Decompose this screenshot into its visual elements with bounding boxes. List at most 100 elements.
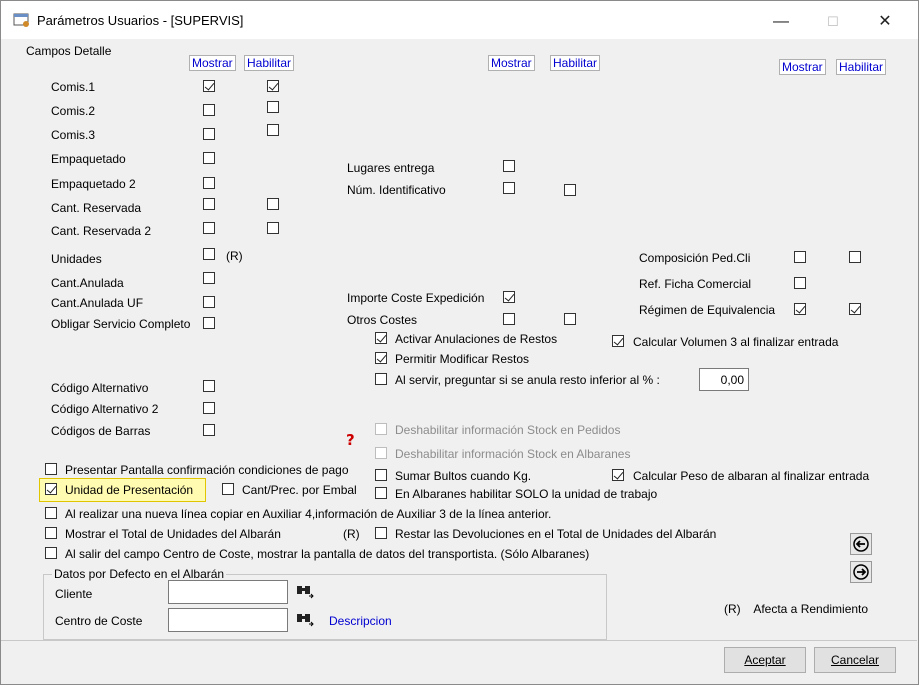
checkbox-cant-prec[interactable] — [222, 483, 234, 495]
checkbox-regimen-habilitar[interactable] — [849, 303, 861, 315]
label-activar-anulaciones: Activar Anulaciones de Restos — [395, 332, 558, 346]
checkbox-ref-ficha-mostrar[interactable] — [794, 277, 806, 289]
checkbox-otros-costes-habilitar[interactable] — [564, 313, 576, 325]
checkbox-comis1-mostrar[interactable] — [203, 80, 215, 92]
checkbox-unidades-mostrar[interactable] — [203, 248, 215, 260]
checkbox-codigo-alternativo-mostrar[interactable] — [203, 380, 215, 392]
label-auxiliar: Al realizar una nueva línea copiar en Au… — [65, 507, 552, 521]
checkbox-num-identificativo-mostrar[interactable] — [503, 182, 515, 194]
label-stock-albaranes: Deshabilitar información Stock en Albara… — [395, 447, 631, 461]
checkbox-importe-coste-mostrar[interactable] — [503, 291, 515, 303]
label-codigo-alternativo: Código Alternativo — [51, 381, 149, 395]
checkbox-num-identificativo-habilitar[interactable] — [564, 184, 576, 196]
arrow-left-icon — [853, 536, 869, 552]
help-icon[interactable]: ? — [345, 431, 359, 447]
checkbox-regimen-mostrar[interactable] — [794, 303, 806, 315]
minimize-button[interactable]: — — [759, 10, 803, 34]
checkbox-comis3-mostrar[interactable] — [203, 128, 215, 140]
checkbox-comis2-mostrar[interactable] — [203, 104, 215, 116]
label-unidades: Unidades — [51, 252, 102, 266]
unidades-r-mark: (R) — [226, 249, 243, 263]
next-arrow-button[interactable] — [850, 561, 872, 583]
binoculars-icon[interactable] — [296, 583, 314, 599]
maximize-button[interactable]: ☐ — [811, 10, 855, 34]
cliente-input[interactable] — [168, 580, 288, 604]
label-presentar-pantalla: Presentar Pantalla confirmación condicio… — [65, 463, 349, 477]
header-habilitar-3: Habilitar — [836, 59, 887, 75]
checkbox-cant-anulada-uf-mostrar[interactable] — [203, 296, 215, 308]
checkbox-cant-reservada-mostrar[interactable] — [203, 198, 215, 210]
checkbox-composicion-habilitar[interactable] — [849, 251, 861, 263]
label-regimen-equivalencia: Régimen de Equivalencia — [639, 303, 776, 317]
label-codigo-alternativo2: Código Alternativo 2 — [51, 402, 159, 416]
prev-arrow-button[interactable] — [850, 533, 872, 555]
checkbox-sumar-bultos[interactable] — [375, 469, 387, 481]
checkbox-comis2-habilitar[interactable] — [267, 101, 279, 113]
checkbox-composicion-mostrar[interactable] — [794, 251, 806, 263]
checkbox-activar-anulaciones[interactable] — [375, 332, 387, 344]
checkbox-mostrar-total[interactable] — [45, 527, 57, 539]
checkbox-unidad-presentacion[interactable] — [45, 483, 57, 495]
label-cant-reservada: Cant. Reservada — [51, 201, 142, 215]
checkbox-auxiliar[interactable] — [45, 507, 57, 519]
resto-percent-input[interactable]: 0,00 — [699, 368, 749, 391]
label-mostrar-total: Mostrar el Total de Unidades del Albarán — [65, 527, 281, 541]
binoculars-icon[interactable] — [296, 611, 314, 627]
title-bar: Parámetros Usuarios - [SUPERVIS] — ☐ ✕ — [1, 1, 918, 39]
label-stock-pedidos: Deshabilitar información Stock en Pedido… — [395, 423, 621, 437]
checkbox-cant-reservada2-habilitar[interactable] — [267, 222, 279, 234]
header-habilitar-2: Habilitar — [550, 55, 601, 71]
checkbox-comis3-habilitar[interactable] — [267, 124, 279, 136]
checkbox-cant-reservada2-mostrar[interactable] — [203, 222, 215, 234]
aceptar-button[interactable]: Aceptar — [724, 647, 806, 673]
checkbox-centro-coste-transportista[interactable] — [45, 547, 57, 559]
header-mostrar-1: Mostrar — [189, 55, 236, 71]
checkbox-preguntar-resto[interactable] — [375, 373, 387, 385]
checkbox-otros-costes-mostrar[interactable] — [503, 313, 515, 325]
centro-coste-input[interactable] — [168, 608, 288, 632]
checkbox-empaquetado2-mostrar[interactable] — [203, 177, 215, 189]
label-lugares-entrega: Lugares entrega — [347, 161, 435, 175]
cancelar-button[interactable]: Cancelar — [814, 647, 896, 673]
checkbox-calcular-volumen[interactable] — [612, 335, 624, 347]
label-empaquetado: Empaquetado — [51, 152, 126, 166]
checkbox-stock-pedidos[interactable] — [375, 423, 387, 435]
checkbox-cant-reservada-habilitar[interactable] — [267, 198, 279, 210]
checkbox-permitir-modificar[interactable] — [375, 352, 387, 364]
checkbox-obligar-servicio-mostrar[interactable] — [203, 317, 215, 329]
label-cliente: Cliente — [55, 587, 93, 601]
label-restar-devoluciones: Restar las Devoluciones en el Total de U… — [395, 527, 717, 541]
label-centro-coste-transportista: Al salir del campo Centro de Coste, most… — [65, 547, 590, 561]
checkbox-empaquetado-mostrar[interactable] — [203, 152, 215, 164]
checkbox-codigo-alternativo2-mostrar[interactable] — [203, 402, 215, 414]
afecta-rendimiento-note: (R) Afecta a Rendimiento — [724, 602, 869, 616]
label-empaquetado2: Empaquetado 2 — [51, 177, 136, 191]
label-sumar-bultos: Sumar Bultos cuando Kg. — [395, 469, 532, 483]
checkbox-lugares-entrega-mostrar[interactable] — [503, 160, 515, 172]
arrow-right-icon — [853, 564, 869, 580]
label-unidad-presentacion: Unidad de Presentación — [65, 483, 194, 497]
checkbox-presentar-pantalla[interactable] — [45, 463, 57, 475]
mostrar-total-r-mark: (R) — [343, 527, 360, 541]
checkbox-cant-anulada-mostrar[interactable] — [203, 272, 215, 284]
checkbox-calcular-peso[interactable] — [612, 469, 624, 481]
label-cant-prec: Cant/Prec. por Embal — [242, 483, 357, 497]
checkbox-restar-devoluciones[interactable] — [375, 527, 387, 539]
close-button[interactable]: ✕ — [863, 10, 907, 34]
label-num-identificativo: Núm. Identificativo — [347, 183, 446, 197]
header-habilitar-1: Habilitar — [244, 55, 295, 71]
label-centro-coste: Centro de Coste — [55, 614, 143, 628]
label-solo-unidad: En Albaranes habilitar SOLO la unidad de… — [395, 487, 658, 501]
checkbox-stock-albaranes[interactable] — [375, 447, 387, 459]
checkbox-solo-unidad[interactable] — [375, 487, 387, 499]
label-calcular-peso: Calcular Peso de albaran al finalizar en… — [633, 469, 870, 483]
header-mostrar-2: Mostrar — [488, 55, 535, 71]
label-importe-coste: Importe Coste Expedición — [347, 291, 485, 305]
label-cant-anulada: Cant.Anulada — [51, 276, 124, 290]
checkbox-comis1-habilitar[interactable] — [267, 80, 279, 92]
checkbox-codigos-barras-mostrar[interactable] — [203, 424, 215, 436]
label-preguntar-resto: Al servir, preguntar si se anula resto i… — [395, 373, 660, 387]
datos-defecto-group — [43, 574, 607, 640]
label-composicion-ped: Composición Ped.Cli — [639, 251, 751, 265]
label-cant-reservada2: Cant. Reservada 2 — [51, 224, 152, 238]
